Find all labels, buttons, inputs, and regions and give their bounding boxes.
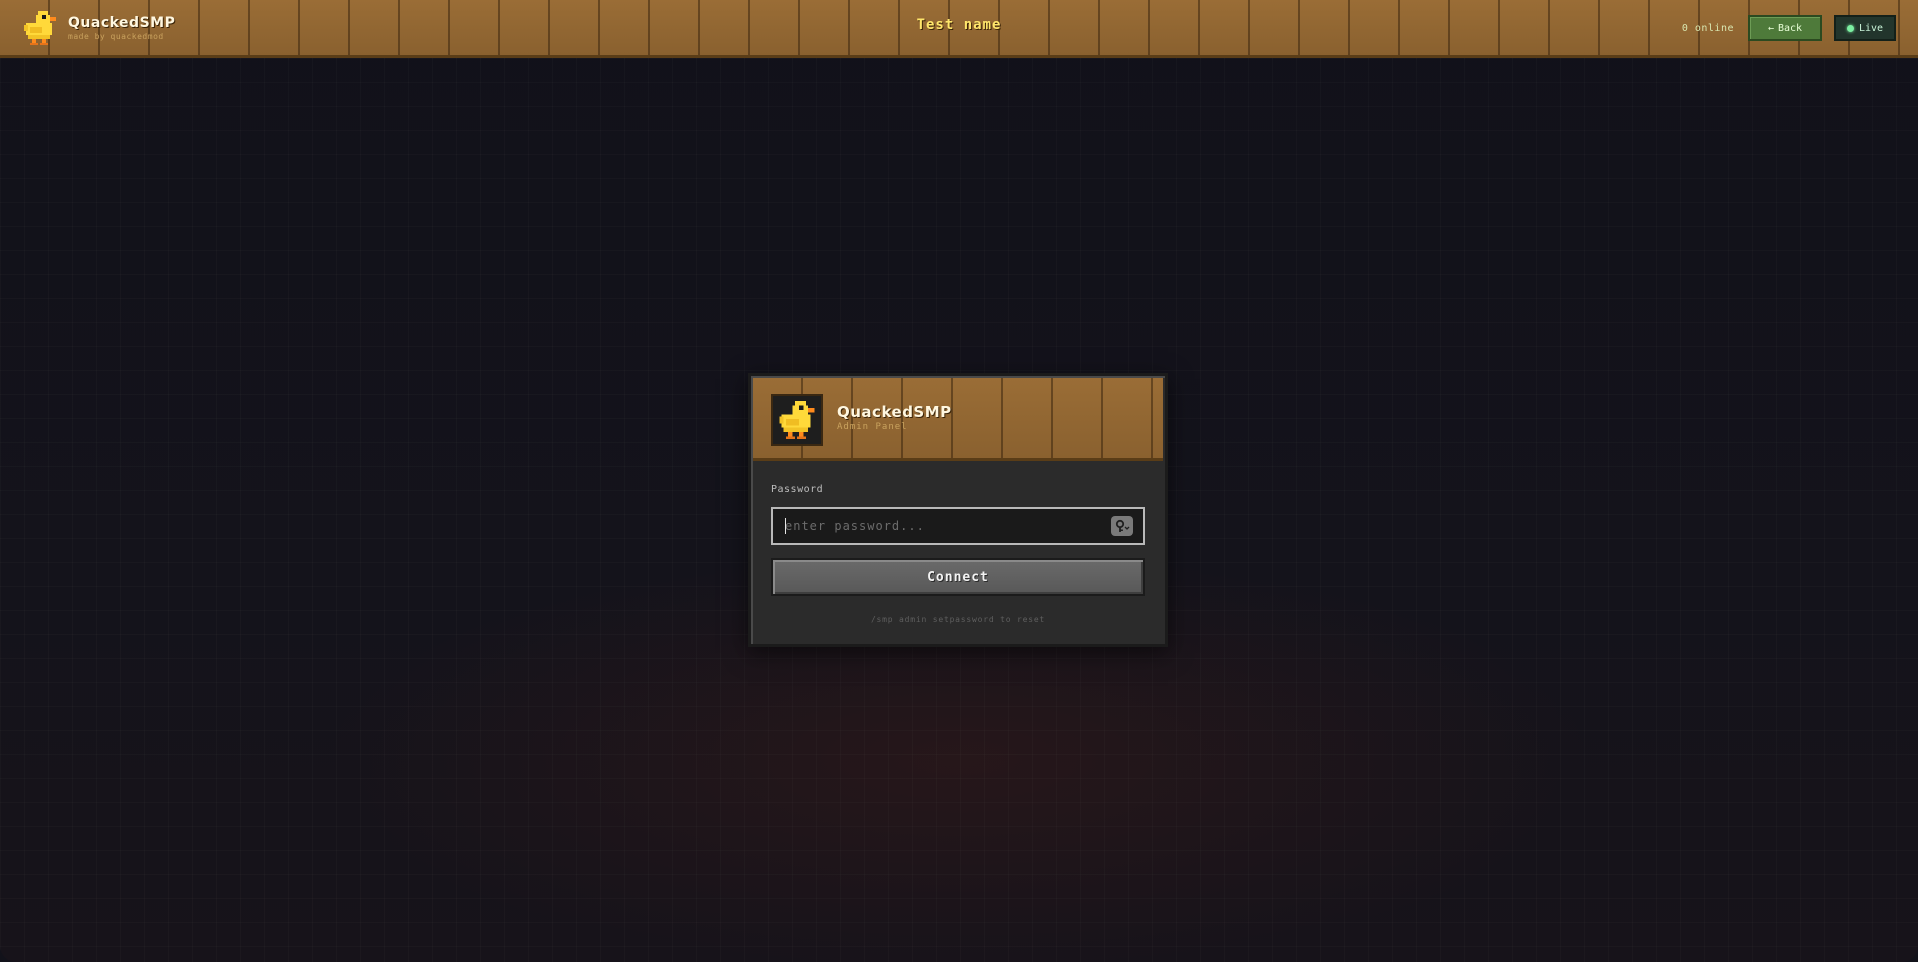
top-right-controls: 0 online ← Back Live [1682, 15, 1896, 41]
key-icon [1115, 519, 1130, 532]
text-caret [785, 518, 786, 534]
password-input[interactable] [773, 509, 1103, 543]
login-card-header: QuackedSMP Admin Panel [753, 378, 1163, 461]
live-label: Live [1858, 22, 1884, 34]
password-field-wrapper [771, 507, 1145, 545]
page-title: Test name [916, 17, 1002, 33]
duck-icon [779, 401, 815, 439]
app-root: QuackedSMP made by quackedmod Test name … [0, 0, 1918, 962]
brand-subtitle: made by quackedmod [68, 31, 164, 41]
reset-hint: /smp admin setpassword to reset [870, 615, 1046, 624]
live-dot-icon [1846, 24, 1854, 32]
login-title: QuackedSMP [837, 403, 952, 421]
top-bar: QuackedSMP made by quackedmod Test name … [0, 0, 1918, 58]
password-key-button[interactable] [1111, 516, 1133, 536]
login-subtitle: Admin Panel [837, 422, 908, 432]
back-button-label: Back [1777, 22, 1803, 34]
online-count: 0 online [1681, 22, 1734, 34]
live-status-button[interactable]: Live [1834, 15, 1896, 41]
connect-button[interactable]: Connect [771, 558, 1145, 596]
back-arrow-icon: ← [1767, 22, 1774, 34]
login-logo-frame [771, 394, 823, 446]
back-button[interactable]: ← Back [1748, 15, 1822, 41]
login-title-group: QuackedSMP Admin Panel [837, 405, 952, 432]
password-label: Password [771, 484, 824, 495]
login-card: QuackedSMP Admin Panel Password Connect … [748, 373, 1168, 647]
